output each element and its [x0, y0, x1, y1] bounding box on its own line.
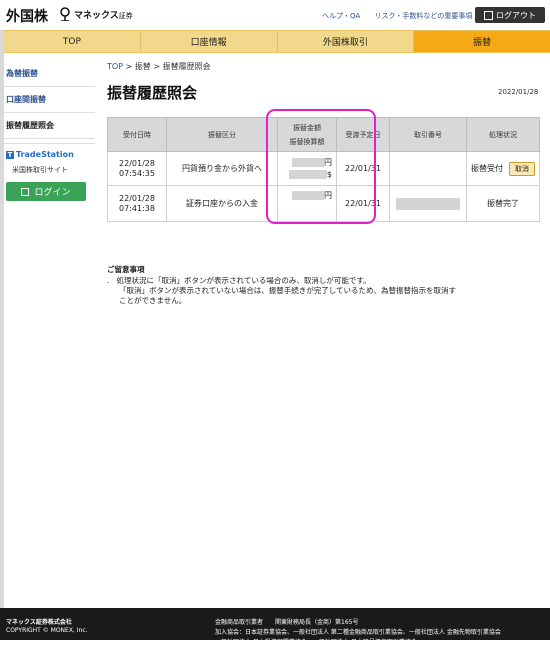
tradestation-logo: T TradeStation	[6, 150, 74, 159]
tradestation-icon: T	[6, 150, 14, 159]
current-date: 2022/01/28	[498, 88, 539, 96]
breadcrumb-current: 振替履歴照会	[162, 62, 211, 71]
breadcrumb-sep: >	[123, 62, 135, 71]
breadcrumb-top[interactable]: TOP	[107, 62, 123, 71]
login-icon	[21, 187, 30, 196]
footer-company: マネックス証券株式会社	[6, 619, 72, 626]
cell-received: 22/01/28 07:54:35	[107, 151, 167, 186]
amount-column-highlight	[266, 109, 376, 224]
breadcrumb-sep: >	[150, 62, 163, 71]
col-txn-no: 取引番号	[389, 117, 467, 152]
cell-received: 22/01/28 07:41:38	[107, 185, 167, 222]
risk-link[interactable]: リスク・手数料などの重要事項	[375, 12, 473, 20]
logo-text: マネックス証券	[74, 10, 133, 21]
sidebar-item-account-transfer[interactable]: 口座間振替	[4, 87, 95, 113]
col-status: 処理状況	[466, 117, 540, 152]
notes: ご留意事項 . 処理状況に「取消」ボタンが表示されている場合のみ、取消しが可能で…	[107, 265, 456, 306]
help-link[interactable]: ヘルプ・QA	[322, 12, 360, 20]
status-text: 振替受付	[471, 163, 503, 173]
tradestation-subtitle: 米国株取引サイト	[12, 166, 68, 174]
footer: マネックス証券株式会社 COPYRIGHT © MONEX, Inc. 金融商品…	[0, 608, 550, 646]
page: 外国株 マネックス証券 ヘルプ・QA リスク・手数料などの重要事項 ログアウト …	[0, 0, 550, 646]
footer-registration: 金融商品取引業者 関東財務局長（金商）第165号	[215, 619, 359, 626]
monex-logo[interactable]: マネックス証券	[58, 7, 133, 21]
breadcrumb: TOP > 振替 > 振替履歴照会	[107, 61, 211, 72]
received-time: 07:41:38	[119, 203, 155, 213]
received-date: 22/01/28	[119, 193, 155, 203]
received-date: 22/01/28	[119, 158, 155, 168]
cell-txn-no	[389, 185, 467, 222]
sidebar: 為替振替 口座間振替 振替履歴照会 T TradeStation 米国株取引サイ…	[4, 61, 95, 207]
nav-top[interactable]: TOP	[4, 31, 141, 52]
logout-icon	[484, 10, 493, 20]
cancel-button[interactable]: 取消	[509, 161, 535, 176]
col-type: 振替区分	[166, 117, 278, 152]
sidebar-item-fx-transfer[interactable]: 為替振替	[4, 61, 95, 87]
cell-status: 振替完了	[466, 185, 540, 222]
header: 外国株 マネックス証券 ヘルプ・QA リスク・手数料などの重要事項 ログアウト	[0, 0, 550, 30]
nav-account-info[interactable]: 口座情報	[141, 31, 278, 52]
main-nav: TOP 口座情報 外国株取引 振替	[4, 30, 550, 53]
logout-label: ログアウト	[496, 10, 536, 20]
site-title: 外国株	[6, 9, 48, 25]
nav-transfer[interactable]: 振替	[414, 31, 550, 52]
monex-logo-icon	[60, 7, 70, 21]
received-time: 07:54:35	[119, 168, 155, 178]
top-links: ヘルプ・QA リスク・手数料などの重要事項	[322, 11, 484, 21]
tradestation-login-button[interactable]: ログイン	[6, 182, 86, 201]
page-title: 振替履歴照会	[107, 84, 198, 102]
notes-item: ことができません。	[119, 296, 187, 305]
sidebar-item-transfer-history[interactable]: 振替履歴照会	[4, 113, 95, 139]
logout-button[interactable]: ログアウト	[475, 7, 545, 23]
tradestation-box: T TradeStation 米国株取引サイト ログイン	[4, 143, 95, 207]
cell-type: 円貨預り金から外貨へ	[166, 151, 278, 186]
notes-title: ご留意事項	[107, 265, 145, 274]
col-received: 受付日時	[107, 117, 167, 152]
breadcrumb-transfer[interactable]: 振替	[135, 62, 151, 71]
nav-foreign-stock-trade[interactable]: 外国株取引	[278, 31, 415, 52]
cell-status: 振替受付 取消	[466, 151, 540, 186]
footer-associations: 加入協会：日本証券業協会、一般社団法人 第二種金融商品取引業協会、一般社団法人 …	[215, 629, 501, 636]
login-label: ログイン	[34, 188, 71, 198]
cell-type: 証券口座からの入金	[166, 185, 278, 222]
cell-txn-no	[389, 151, 467, 186]
footer-copyright: COPYRIGHT © MONEX, Inc.	[6, 627, 88, 634]
status-text: 振替完了	[487, 199, 519, 208]
notes-item: 「取消」ボタンが表示されていない場合は、振替手続きが完了しているため、為替振替指…	[119, 286, 457, 295]
notes-item: . 処理状況に「取消」ボタンが表示されている場合のみ、取消しが可能です。	[107, 276, 371, 285]
masked-txn-no	[396, 197, 460, 210]
footer-associations-2: 一般社団法人 日本投資顧問業協会、一般社団法人 日本暗号資産取引業協会	[215, 639, 417, 646]
